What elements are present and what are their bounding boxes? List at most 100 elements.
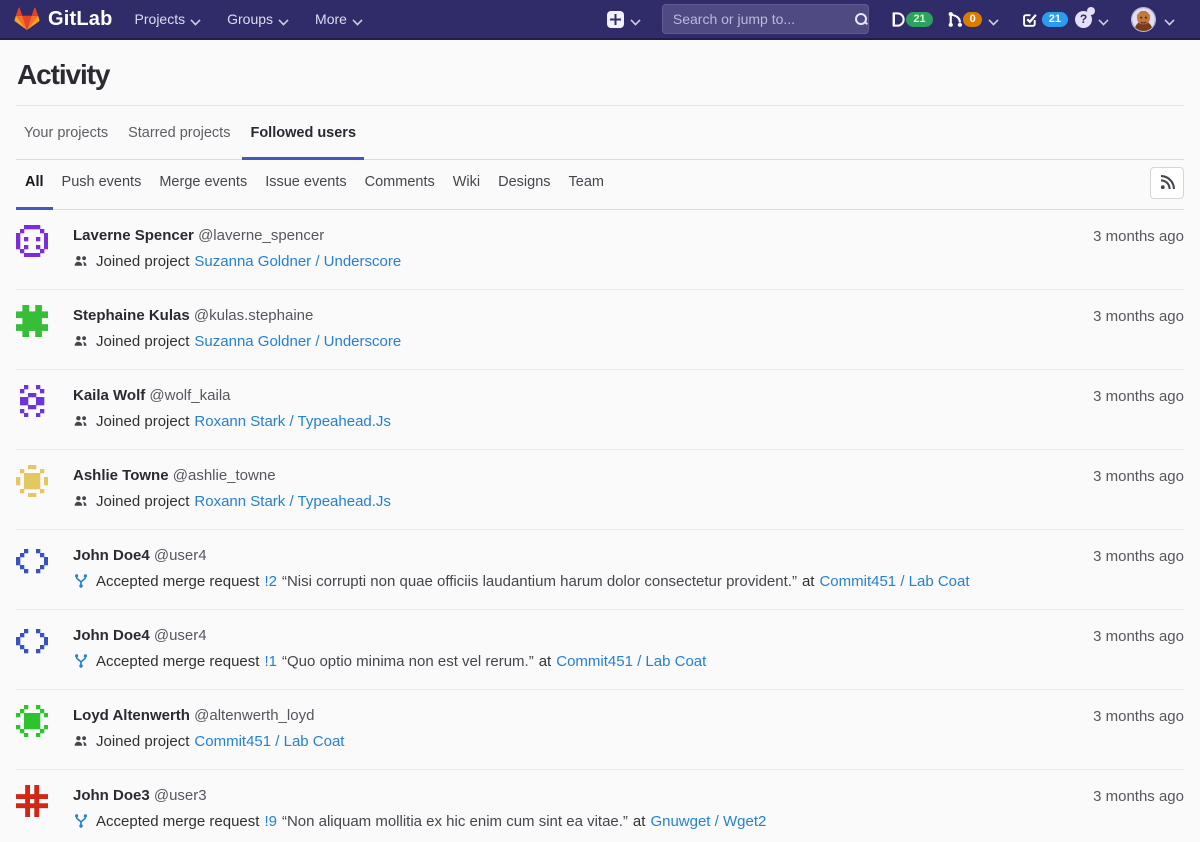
avatar — [16, 465, 48, 497]
merge-request-link[interactable]: !2 — [264, 571, 277, 592]
filter-issue-events[interactable]: Issue events — [256, 160, 355, 210]
avatar — [16, 545, 48, 577]
author-name-link[interactable]: Loyd Altenwerth — [73, 707, 190, 724]
author-username: @user3 — [154, 787, 207, 804]
nav-more[interactable]: More — [305, 0, 372, 39]
tab-starred-projects[interactable]: Starred projects — [120, 106, 238, 160]
activity-scope-tabs: Your projects Starred projects Followed … — [16, 106, 1184, 160]
event-row: Ashlie Towne @ashlie_towne Joined projec… — [16, 450, 1184, 530]
nav-groups[interactable]: Groups — [217, 0, 298, 39]
project-link[interactable]: Commit451 / Lab Coat — [819, 571, 969, 592]
merge-request-title: “Nisi corrupti non quae officiis laudant… — [282, 571, 797, 592]
gitlab-brand[interactable]: GitLab — [14, 7, 113, 32]
event-row: John Doe4 @user4 Accepted merge request … — [16, 530, 1184, 610]
todo-check-icon — [1021, 11, 1038, 28]
author-name-link[interactable]: Ashlie Towne — [73, 467, 169, 484]
search-input[interactable] — [673, 11, 854, 27]
event-timestamp: 3 months ago — [1093, 228, 1184, 245]
event-timestamp: 3 months ago — [1093, 788, 1184, 805]
merge-request-icon — [73, 573, 89, 589]
at-label: at — [633, 811, 646, 832]
filter-team[interactable]: Team — [560, 160, 613, 210]
tab-followed-users[interactable]: Followed users — [242, 106, 364, 160]
activity-feed: Laverne Spencer @laverne_spencer Joined … — [16, 210, 1184, 842]
rss-feed-button[interactable] — [1150, 167, 1184, 199]
project-link[interactable]: Commit451 / Lab Coat — [194, 731, 344, 752]
event-action: Accepted merge request — [96, 811, 259, 832]
avatar — [16, 385, 48, 417]
author-name-link[interactable]: John Doe4 — [73, 627, 150, 644]
event-timestamp: 3 months ago — [1093, 468, 1184, 485]
event-row: John Doe4 @user4 Accepted merge request … — [16, 610, 1184, 690]
project-link[interactable]: Gnuwget / Wget2 — [650, 811, 766, 832]
event-row: John Doe3 @user3 Accepted merge request … — [16, 770, 1184, 842]
filter-comments[interactable]: Comments — [356, 160, 444, 210]
event-action: Joined project — [96, 411, 189, 432]
event-action: Joined project — [96, 491, 189, 512]
plus-icon — [607, 11, 624, 28]
filter-wiki[interactable]: Wiki — [444, 160, 489, 210]
merge-request-title: “Quo optio minima non est vel rerum.” — [282, 651, 534, 672]
merge-requests-count-badge: 0 — [963, 12, 982, 27]
nav-projects[interactable]: Projects — [125, 0, 211, 39]
author-name-link[interactable]: Laverne Spencer — [73, 227, 194, 244]
users-icon — [73, 253, 89, 269]
merge-request-icon — [73, 653, 89, 669]
todos-counter[interactable]: 21 — [1021, 11, 1068, 28]
users-icon — [73, 493, 89, 509]
gitlab-tanuki-logo-icon — [14, 7, 40, 32]
author-username: @wolf_kaila — [149, 387, 230, 404]
users-icon — [73, 333, 89, 349]
users-icon — [73, 413, 89, 429]
avatar — [16, 305, 48, 337]
event-row: Stephaine Kulas @kulas.stephaine Joined … — [16, 290, 1184, 370]
project-link[interactable]: Suzanna Goldner / Underscore — [194, 331, 401, 352]
project-link[interactable]: Roxann Stark / Typeahead.Js — [194, 491, 391, 512]
event-action: Joined project — [96, 731, 189, 752]
author-name-link[interactable]: John Doe3 — [73, 787, 150, 804]
event-action: Accepted merge request — [96, 651, 259, 672]
merge-request-link[interactable]: !1 — [264, 651, 277, 672]
author-username: @user4 — [154, 547, 207, 564]
chevron-down-icon — [191, 15, 200, 24]
tab-your-projects[interactable]: Your projects — [16, 106, 116, 160]
avatar — [16, 225, 48, 257]
event-timestamp: 3 months ago — [1093, 628, 1184, 645]
project-link[interactable]: Suzanna Goldner / Underscore — [194, 251, 401, 272]
author-username: @user4 — [154, 627, 207, 644]
author-name-link[interactable]: Kaila Wolf — [73, 387, 145, 404]
avatar — [16, 625, 48, 657]
filter-merge-events[interactable]: Merge events — [150, 160, 256, 210]
chevron-down-icon — [1099, 15, 1108, 24]
chevron-down-icon — [989, 15, 998, 24]
author-username: @kulas.stephaine — [194, 307, 313, 324]
global-search — [662, 4, 869, 34]
user-avatar — [1131, 7, 1156, 32]
filter-push-events[interactable]: Push events — [53, 160, 151, 210]
filter-designs[interactable]: Designs — [489, 160, 559, 210]
issues-count-badge: 21 — [906, 12, 933, 27]
author-name-link[interactable]: Stephaine Kulas — [73, 307, 190, 324]
project-link[interactable]: Commit451 / Lab Coat — [556, 651, 706, 672]
help-menu[interactable]: ? — [1075, 11, 1108, 28]
page-title: Activity — [16, 40, 1184, 91]
author-name-link[interactable]: John Doe4 — [73, 547, 150, 564]
author-username: @ashlie_towne — [173, 467, 276, 484]
avatar — [16, 785, 48, 817]
filter-all[interactable]: All — [16, 160, 53, 210]
merge-request-icon — [73, 813, 89, 829]
merge-requests-counter[interactable]: 0 — [946, 11, 998, 28]
chevron-down-icon — [631, 15, 640, 24]
todos-count-badge: 21 — [1042, 12, 1068, 27]
project-link[interactable]: Roxann Stark / Typeahead.Js — [194, 411, 391, 432]
users-icon — [73, 733, 89, 749]
search-icon — [854, 12, 868, 26]
new-menu-dropdown[interactable] — [607, 11, 640, 28]
chevron-down-icon — [1165, 15, 1174, 24]
user-menu[interactable] — [1131, 7, 1174, 32]
event-timestamp: 3 months ago — [1093, 388, 1184, 405]
chevron-down-icon — [353, 15, 362, 24]
merge-request-link[interactable]: !9 — [264, 811, 277, 832]
issues-counter[interactable]: 21 — [889, 11, 933, 28]
event-row: Kaila Wolf @wolf_kaila Joined project Ro… — [16, 370, 1184, 450]
